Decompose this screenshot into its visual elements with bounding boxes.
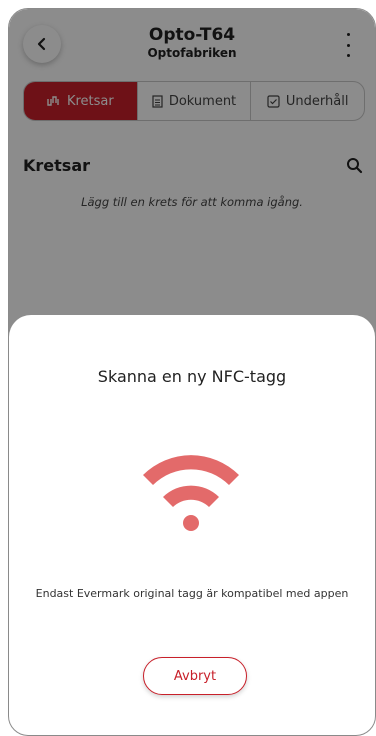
sheet-title: Skanna en ny NFC-tagg	[97, 367, 287, 386]
compatibility-notice: Endast Evermark original tagg är kompati…	[35, 587, 349, 600]
nfc-wifi-icon	[143, 455, 239, 531]
app-frame: Opto-T64 Optofabriken Kretsar Dokument U…	[8, 8, 376, 736]
nfc-scan-sheet: Skanna en ny NFC-tagg Endast Evermark or…	[9, 315, 375, 735]
cancel-button[interactable]: Avbryt	[143, 657, 247, 695]
